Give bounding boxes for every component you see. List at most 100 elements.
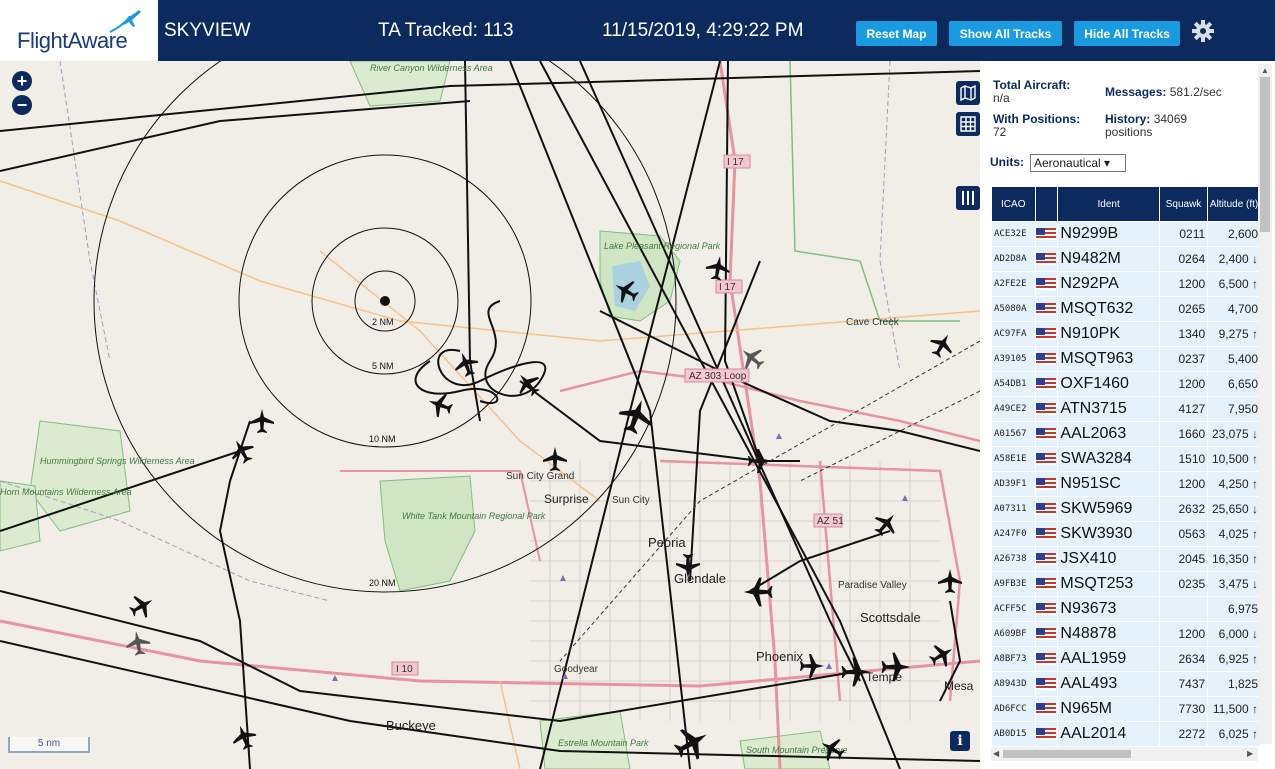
show-all-tracks-button[interactable]: Show All Tracks	[948, 20, 1063, 47]
flightaware-logo[interactable]: FlightAware	[0, 0, 160, 61]
scroll-up-icon[interactable]: ▲	[1261, 66, 1269, 75]
us-flag-icon	[1036, 377, 1057, 390]
table-row[interactable]: ACE32E N9299B 0211 2,600	[991, 221, 1261, 247]
aircraft-icon[interactable]	[250, 409, 274, 433]
place-label: River Canyon Wilderness Area	[370, 63, 493, 73]
datetime-display: 11/15/2019, 4:29:22 PM	[602, 20, 804, 41]
gear-icon[interactable]	[1191, 19, 1215, 43]
history-unit: positions	[1105, 125, 1153, 139]
table-row[interactable]: A2FE2E N292PA 1200 6,500 ↑	[991, 271, 1261, 297]
aircraft-icon[interactable]	[543, 447, 567, 471]
col-icao[interactable]: ICAO	[991, 186, 1036, 222]
table-row[interactable]: AC97FA N910PK 1340 9,275 ↑	[991, 321, 1261, 347]
aircraft-icon[interactable]	[225, 434, 259, 468]
place-label: Phoenix	[756, 649, 803, 664]
table-row[interactable]: AD2D8A N9482M 0264 2,400 ↓	[991, 246, 1261, 272]
map-canvas[interactable]: I 17 I 17 AZ 303 Loop AZ 51 I 10 2 NM 5 …	[0, 61, 980, 769]
table-row[interactable]: A26738 JSX410 2045 16,350 ↑	[991, 546, 1261, 572]
altitude-cell: 6,500 ↑	[1207, 271, 1261, 297]
icao-cell: AD6FCC	[991, 696, 1036, 722]
table-row[interactable]: A609BF N48878 1200 6,000 ↓	[991, 621, 1261, 647]
col-squawk[interactable]: Squawk	[1158, 186, 1209, 222]
place-label: Sun City	[612, 495, 650, 506]
zoom-out-button[interactable]: −	[12, 95, 32, 115]
map-view[interactable]: I 17 I 17 AZ 303 Loop AZ 51 I 10 2 NM 5 …	[0, 61, 980, 769]
us-flag-icon	[1036, 302, 1057, 315]
icao-cell: AB0D15	[991, 721, 1036, 747]
col-altitude[interactable]: Altitude (ft)	[1207, 186, 1261, 222]
icao-cell: A26738	[991, 546, 1036, 572]
table-row[interactable]: A07311 SKW5969 2632 25,650 ↓	[991, 496, 1261, 522]
total-aircraft-value: n/a	[993, 91, 1010, 105]
table-row[interactable]: AD39F1 N951SC 1200 4,250 ↑	[991, 471, 1261, 497]
icao-cell: ACE32E	[991, 221, 1036, 247]
info-button[interactable]: i	[950, 731, 970, 751]
grid-toggle-button[interactable]	[956, 112, 980, 136]
table-row[interactable]: A5080A MSQT632 0265 4,700	[991, 296, 1261, 322]
us-flag-icon	[1036, 277, 1057, 290]
squawk-cell: 2632	[1158, 496, 1209, 522]
col-flag[interactable]	[1034, 186, 1059, 222]
flag-cell	[1034, 271, 1059, 297]
total-aircraft-label: Total Aircraft:	[993, 78, 1071, 92]
table-row[interactable]: AB0D15 AAL2014 2272 6,025 ↑	[991, 721, 1261, 747]
us-flag-icon	[1036, 477, 1057, 490]
aircraft-icon[interactable]	[124, 629, 152, 657]
table-row[interactable]: A39105 MSQT963 0237 5,400	[991, 346, 1261, 372]
us-flag-icon	[1036, 627, 1057, 640]
us-flag-icon	[1036, 602, 1057, 615]
aircraft-icon[interactable]	[125, 589, 159, 623]
flag-cell	[1034, 471, 1059, 497]
grid-icon	[960, 116, 976, 132]
us-flag-icon	[1036, 577, 1057, 590]
table-row[interactable]: A49CE2 ATN3715 4127 7,950	[991, 396, 1261, 422]
table-row[interactable]: A8943D AAL493 7437 1,825	[991, 671, 1261, 697]
aircraft-icon[interactable]	[450, 348, 482, 380]
squawk-cell: 2272	[1158, 721, 1209, 747]
us-flag-icon	[1036, 677, 1057, 690]
altitude-cell: 3,475 ↓	[1207, 571, 1261, 597]
flag-cell	[1034, 671, 1059, 697]
units-label: Units:	[990, 155, 1024, 169]
history-value: 34069	[1153, 112, 1188, 126]
aircraft-icon[interactable]	[748, 449, 772, 473]
scroll-right-icon[interactable]: ▶	[1247, 749, 1253, 758]
ident-cell: SKW3930	[1057, 521, 1160, 547]
altitude-cell: 9,275 ↑	[1207, 321, 1261, 347]
vertical-scroll-thumb[interactable]	[1260, 77, 1270, 232]
icao-cell: A58E1E	[991, 446, 1036, 472]
table-row[interactable]: AD6FCC N965M 7730 11,500 ↑	[991, 696, 1261, 722]
aircraft-icon[interactable]	[669, 720, 715, 766]
messages-value: 581.2/sec	[1169, 85, 1222, 99]
altitude-cell: 6,925 ↑	[1207, 646, 1261, 672]
ident-cell: N910PK	[1057, 321, 1160, 347]
icao-cell: A5080A	[991, 296, 1036, 322]
hide-all-tracks-button[interactable]: Hide All Tracks	[1073, 20, 1181, 47]
us-flag-icon	[1036, 727, 1057, 740]
map-layers-button[interactable]	[956, 81, 980, 105]
reset-map-button[interactable]: Reset Map	[855, 20, 938, 47]
units-select[interactable]: Aeronautical ▾	[1030, 154, 1126, 172]
horizontal-scroll-thumb[interactable]	[1003, 750, 1131, 758]
place-label: Goodyear	[554, 664, 599, 675]
flag-cell	[1034, 246, 1059, 272]
table-row[interactable]: A247F0 SKW3930 0563 4,025 ↑	[991, 521, 1261, 547]
table-row[interactable]: A54DB1 OXF1460 1200 6,650	[991, 371, 1261, 397]
us-flag-icon	[1036, 702, 1057, 715]
squawk-cell: 1510	[1158, 446, 1209, 472]
icao-cell: A49CE2	[991, 396, 1036, 422]
scroll-left-icon[interactable]: ◀	[993, 749, 999, 758]
aircraft-icon[interactable]	[228, 721, 260, 753]
history-stat: History: 34069 positions	[1105, 113, 1187, 139]
table-row[interactable]: A8BF73 AAL1959 2634 6,925 ↑	[991, 646, 1261, 672]
us-flag-icon	[1036, 402, 1057, 415]
zoom-in-button[interactable]: +	[12, 71, 32, 91]
table-row[interactable]: ACFF5C N93673 6,975	[991, 596, 1261, 622]
table-row[interactable]: A58E1E SWA3284 1510 10,500 ↑	[991, 446, 1261, 472]
table-row[interactable]: A01567 AAL2063 1660 23,075 ↓	[991, 421, 1261, 447]
col-ident[interactable]: Ident	[1057, 186, 1160, 222]
table-row[interactable]: A9FB3E MSQT253 0235 3,475 ↓	[991, 571, 1261, 597]
aircraft-icon[interactable]	[704, 254, 732, 282]
flag-cell	[1034, 696, 1059, 722]
sidebar-toggle-button[interactable]	[956, 186, 980, 210]
